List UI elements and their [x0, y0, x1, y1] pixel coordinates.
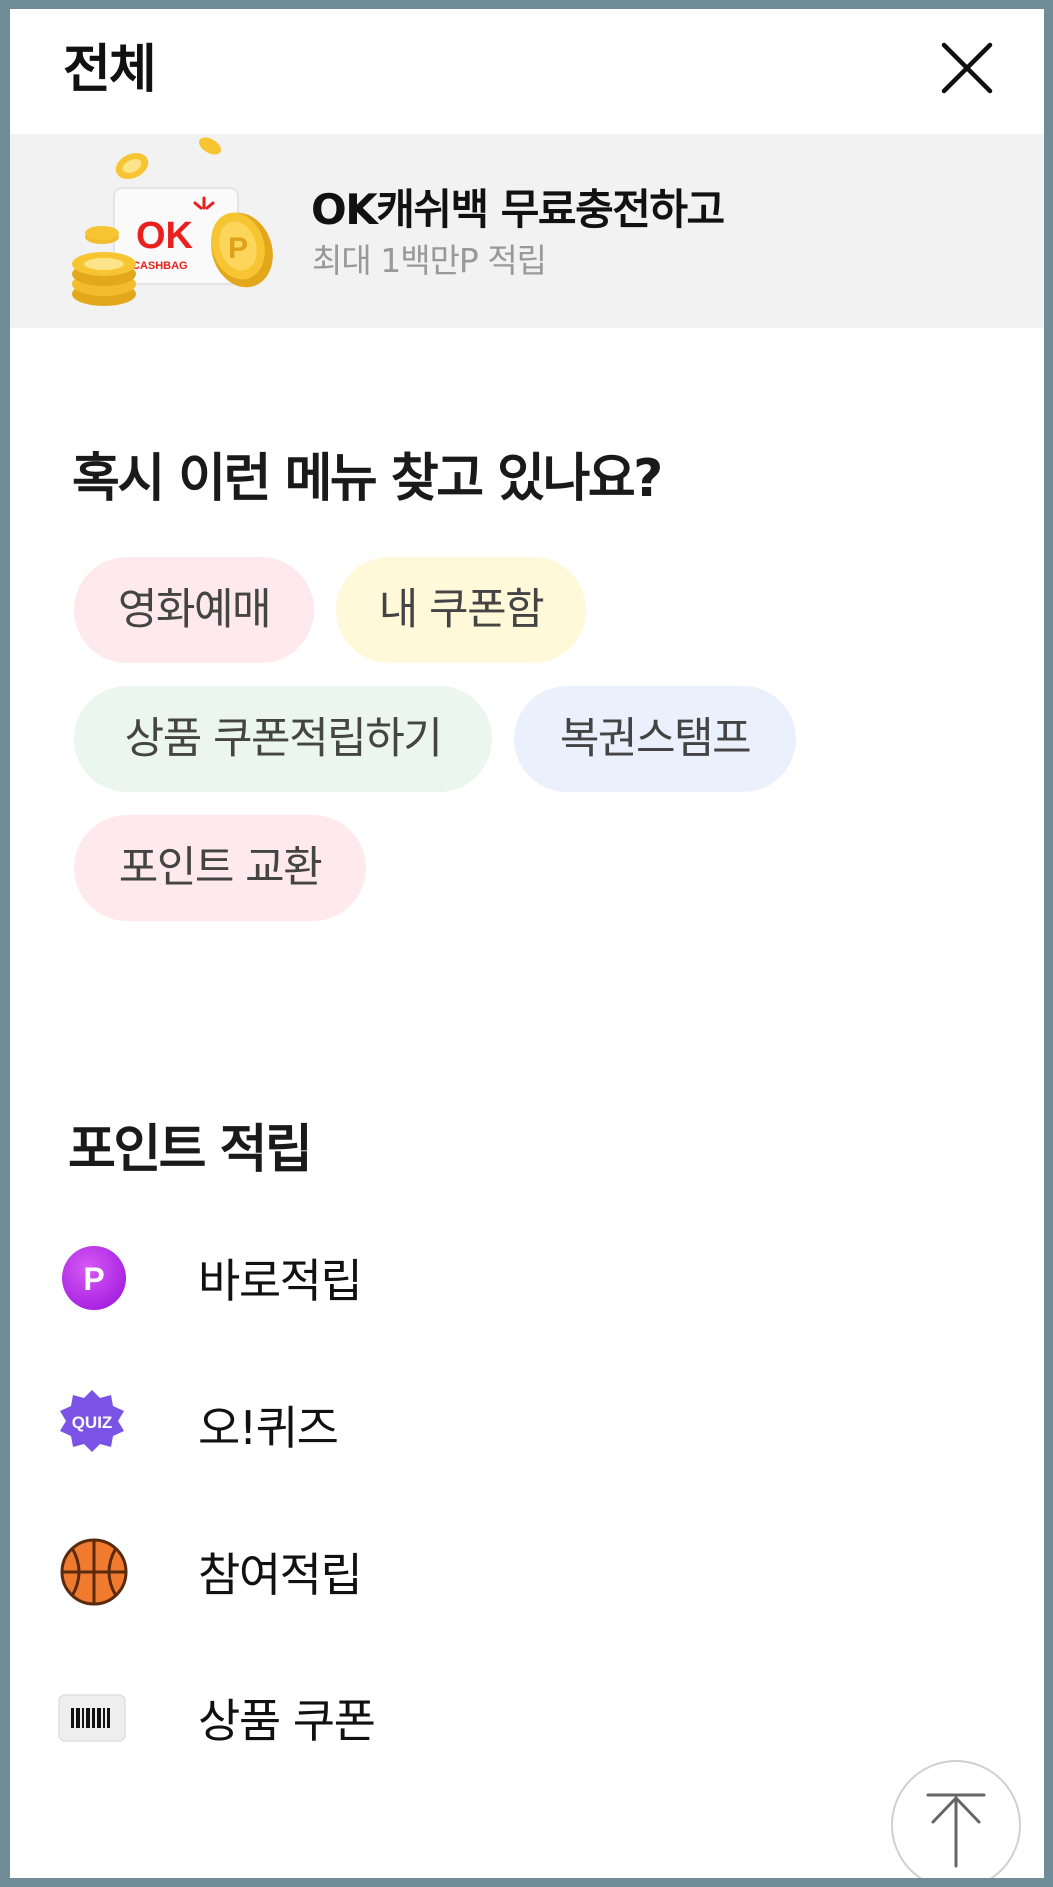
header: 전체 — [10, 9, 1044, 134]
chip-lottery-stamp[interactable]: 복권스탬프 — [514, 686, 796, 792]
coin-icon — [199, 137, 221, 155]
chip-my-coupons[interactable]: 내 쿠폰함 — [336, 557, 586, 663]
chip-point-exchange[interactable]: 포인트 교환 — [74, 815, 366, 921]
menu-item-label: 참여적립 — [198, 1548, 363, 1602]
svg-text:CASHBAG: CASHBAG — [132, 260, 188, 272]
menu-item-label: 오!퀴즈 — [198, 1401, 339, 1455]
chip-product-coupon-save[interactable]: 상품 쿠폰적립하기 — [74, 686, 492, 792]
page-title: 전체 — [63, 40, 157, 100]
menu-item-product-coupon[interactable]: 상품 쿠폰 — [54, 1663, 994, 1773]
points-section-title: 포인트 적립 — [68, 1120, 313, 1180]
arrow-up-icon — [926, 1793, 986, 1868]
menu-item-instant-save[interactable]: P 바로적립 — [54, 1223, 994, 1333]
cashbag-illustration: OK CASHBAG P — [62, 134, 292, 328]
close-button[interactable] — [930, 31, 1004, 105]
svg-text:P: P — [228, 232, 248, 265]
basketball-icon — [54, 1537, 130, 1607]
menu-item-oquiz[interactable]: QUIZ 오!퀴즈 — [54, 1370, 994, 1480]
ok-cashbag-banner[interactable]: OK CASHBAG P OK캐쉬백 무료충전하고 최대 1백만P 적립 — [10, 134, 1044, 328]
menu-item-participation-save[interactable]: 참여적립 — [54, 1517, 994, 1627]
svg-text:QUIZ: QUIZ — [72, 1413, 113, 1432]
p-coin-icon: P — [54, 1243, 130, 1313]
menu-item-label: 상품 쿠폰 — [198, 1694, 376, 1748]
menu-panel: 전체 OK CASHBAG P OK캐쉬백 무료충전하고 최대 1백만P 적립 … — [10, 9, 1044, 1878]
quiz-badge-icon: QUIZ — [54, 1390, 130, 1460]
banner-title: OK캐쉬백 무료충전하고 — [311, 185, 725, 234]
close-icon — [941, 42, 993, 94]
suggest-section-title: 혹시 이런 메뉴 찾고 있나요? — [72, 449, 663, 509]
chip-movie-booking[interactable]: 영화예매 — [74, 557, 314, 663]
svg-text:P: P — [83, 1261, 104, 1297]
barcode-icon — [54, 1683, 130, 1753]
banner-subtitle: 최대 1백만P 적립 — [312, 241, 547, 280]
svg-text:OK: OK — [136, 215, 194, 257]
scroll-to-top-button[interactable] — [891, 1760, 1021, 1878]
menu-item-label: 바로적립 — [198, 1254, 363, 1308]
